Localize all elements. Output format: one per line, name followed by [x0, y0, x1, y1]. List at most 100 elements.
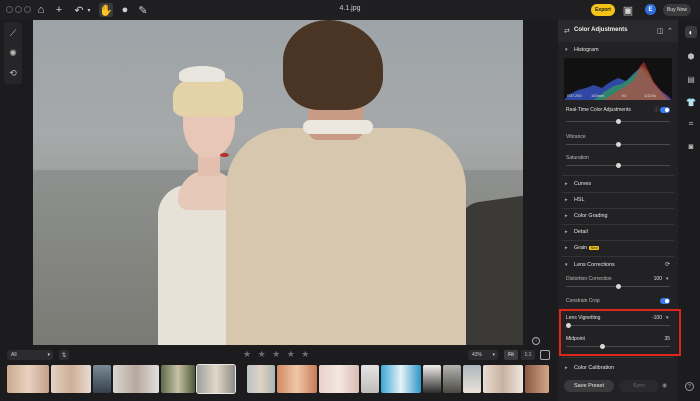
saturation-slider[interactable] — [566, 163, 670, 168]
slider-knob[interactable] — [616, 284, 621, 289]
rating-stars[interactable]: ★ ★ ★ ★ ★ — [243, 349, 311, 360]
section-label: HSL — [574, 197, 585, 203]
distortion-label: Distortion Correction — [566, 276, 612, 282]
info-icon[interactable]: i — [532, 337, 540, 345]
compare-icon[interactable]: ◫ — [657, 27, 664, 35]
ai-enhance-icon[interactable]: ⟋ — [4, 25, 22, 41]
thumbnail[interactable] — [51, 365, 91, 393]
photo-canvas[interactable] — [33, 20, 523, 345]
focal-length: 150mm — [591, 93, 605, 98]
grain-label: Grain — [574, 245, 588, 251]
panel-toggle-icon[interactable]: ▣ — [621, 3, 635, 17]
photo-tiara — [179, 66, 225, 82]
saturation-label: Saturation — [566, 155, 589, 161]
realtime-toggle[interactable] — [660, 107, 670, 113]
title-bar: ⌂ + ↶ ▾ ✋ ● ✎ 4.1.jpg Export ▣ E Buy Now — [0, 0, 700, 20]
section-label: Color Grading — [574, 213, 608, 219]
divider — [562, 192, 674, 193]
avatar[interactable]: E — [645, 4, 656, 15]
thumbnail[interactable] — [113, 365, 159, 393]
zoom-value: 43% — [472, 352, 483, 358]
filter-select[interactable]: All ▾ — [7, 350, 53, 360]
adjust-icon[interactable]: ✺ — [4, 45, 22, 61]
divider — [562, 240, 674, 241]
section-label: Lens Corrections — [574, 262, 615, 268]
filmstrip-toolbar: All ▾ ⇅ ★ ★ ★ ★ ★ 43% ▾ Fit 1:1 — [0, 348, 556, 362]
aperture: f/4 — [622, 93, 627, 98]
thumbnail-selected[interactable] — [196, 364, 236, 394]
section-label: Detail — [574, 229, 588, 235]
divider — [562, 224, 674, 225]
buy-now-button[interactable]: Buy Now — [663, 4, 691, 16]
shutter-speed: 1/320s — [644, 93, 657, 98]
chevron-down-icon: ▾ — [47, 352, 50, 358]
photo-man-jacket — [226, 128, 466, 345]
constrain-crop-label: Constrain Crop — [566, 298, 600, 304]
thumbnail[interactable] — [443, 365, 461, 393]
divider — [562, 256, 674, 257]
right-tool-rail: ◐ ⬢ ▤ 👕 ⌗ ◙ — [682, 20, 700, 401]
slider-knob[interactable] — [615, 119, 621, 124]
clothing-icon[interactable]: 👕 — [685, 96, 697, 108]
layers-icon[interactable]: ▤ — [685, 73, 697, 85]
left-tool-rail: ⟋ ✺ ⟲ — [4, 22, 22, 84]
distortion-slider[interactable] — [566, 284, 670, 289]
thumbnail[interactable] — [93, 365, 111, 393]
help-circle-icon[interactable]: ⓘ — [654, 106, 659, 113]
export-button[interactable]: Export — [591, 4, 615, 16]
sort-icon[interactable]: ⇅ — [59, 350, 69, 360]
chevron-right-icon: ▸ — [565, 229, 568, 235]
chevron-right-icon: ▸ — [565, 181, 568, 187]
thumbnail[interactable] — [463, 365, 481, 393]
compare-view-icon[interactable] — [540, 350, 550, 360]
thumbnail[interactable] — [423, 365, 441, 393]
one-to-one-button[interactable]: 1:1 — [521, 350, 535, 360]
realtime-slider-track[interactable] — [566, 119, 670, 124]
histogram-label: Histogram — [574, 47, 599, 53]
section-label: Grain New — [574, 245, 600, 251]
thumbnail[interactable] — [525, 365, 549, 393]
thumbnail[interactable] — [247, 365, 275, 393]
thumbnail[interactable] — [361, 365, 379, 393]
history-icon[interactable]: ⟲ — [4, 65, 22, 81]
thumbnail[interactable] — [381, 365, 421, 393]
slider-knob[interactable] — [615, 163, 621, 168]
eye-icon[interactable]: ◉ — [662, 382, 667, 389]
iso-value: ISO 250 — [567, 93, 582, 98]
fit-button[interactable]: Fit — [504, 350, 518, 360]
retouch-icon[interactable]: ⬢ — [685, 50, 697, 62]
thumbnail[interactable] — [319, 365, 359, 393]
filter-value: All — [11, 352, 17, 358]
panel-header: ⇄ Color Adjustments ◫ ⌃ — [558, 20, 678, 42]
chevron-right-icon: ▸ — [565, 197, 568, 203]
thumbnail[interactable] — [483, 365, 523, 393]
slider-knob[interactable] — [615, 142, 621, 147]
vignetting-highlight-box — [559, 309, 681, 356]
chevron-right-icon: ▸ — [565, 213, 568, 219]
expand-icon[interactable]: ⌃ — [667, 27, 673, 35]
constrain-crop-toggle[interactable] — [660, 298, 670, 304]
thumbnail[interactable] — [277, 365, 317, 393]
chevron-down-icon[interactable]: ▾ — [666, 276, 669, 282]
chevron-right-icon: ▸ — [565, 365, 568, 371]
crop-icon[interactable]: ⌗ — [685, 118, 697, 130]
photo-man-hair — [283, 20, 383, 110]
distortion-value[interactable]: 100 — [654, 276, 662, 282]
sync-button[interactable]: Sync — [619, 380, 659, 392]
zoom-select[interactable]: 43% ▾ — [468, 350, 498, 360]
thumbnail[interactable] — [161, 365, 195, 393]
section-label: Curves — [574, 181, 592, 187]
reset-icon[interactable]: ⟳ — [665, 261, 670, 268]
color-adjust-icon[interactable]: ◐ — [685, 26, 697, 38]
swap-icon[interactable]: ⇄ — [564, 27, 570, 35]
thumbnail[interactable] — [7, 365, 49, 393]
help-icon[interactable]: ? — [685, 382, 694, 391]
vibrance-slider[interactable] — [566, 142, 670, 147]
chevron-down-icon: ▾ — [565, 47, 568, 53]
realtime-label: Real-Time Color Adjustments — [566, 107, 631, 113]
save-preset-button[interactable]: Save Preset — [564, 380, 614, 392]
camera-icon[interactable]: ◙ — [685, 140, 697, 152]
photo-lips — [220, 153, 229, 157]
divider — [562, 357, 674, 358]
panel-title: Color Adjustments — [574, 27, 628, 33]
